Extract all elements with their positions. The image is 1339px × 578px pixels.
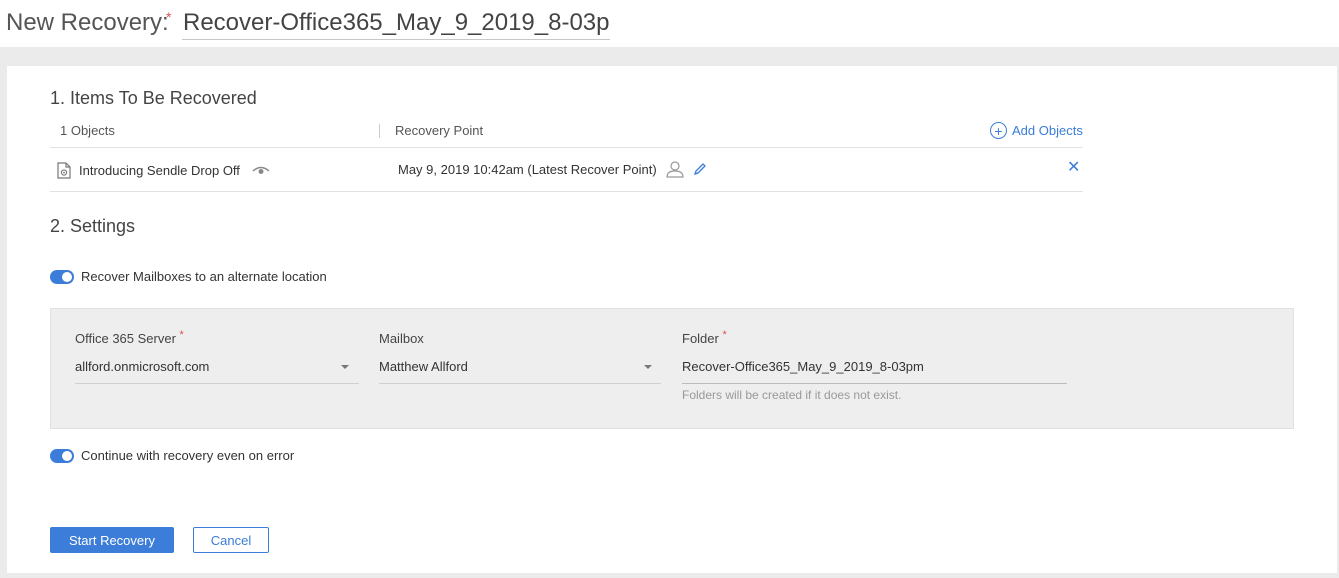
item-name: Introducing Sendle Drop Off — [79, 163, 240, 178]
page-title: New Recovery: — [6, 9, 169, 36]
required-mark: * — [166, 9, 172, 25]
server-select-value[interactable]: allford.onmicrosoft.com — [75, 359, 209, 374]
document-icon — [57, 162, 71, 179]
recovery-point-value: May 9, 2019 10:42am (Latest Recover Poin… — [398, 161, 657, 177]
add-objects-label: Add Objects — [1012, 123, 1083, 138]
table-row-divider — [50, 191, 1083, 192]
chevron-down-icon[interactable] — [644, 365, 652, 369]
eye-icon[interactable] — [252, 166, 270, 176]
alternate-location-label: Recover Mailboxes to an alternate locati… — [81, 269, 327, 284]
objects-count-header: 1 Objects — [60, 123, 115, 138]
mailbox-select-value[interactable]: Matthew Allford — [379, 359, 468, 374]
start-recovery-button[interactable]: Start Recovery — [50, 527, 174, 553]
alternate-location-toggle-row: Recover Mailboxes to an alternate locati… — [50, 269, 327, 284]
chevron-down-icon[interactable] — [341, 365, 349, 369]
user-icon[interactable] — [665, 160, 685, 178]
server-label-text: Office 365 Server — [75, 331, 176, 346]
table-row: Introducing Sendle Drop Off — [57, 162, 270, 179]
required-mark: * — [722, 329, 727, 341]
server-select-underline — [75, 383, 359, 384]
continue-on-error-toggle-row: Continue with recovery even on error — [50, 448, 294, 463]
pencil-icon[interactable] — [693, 162, 707, 176]
settings-section-title: 2. Settings — [50, 216, 136, 236]
continue-on-error-toggle[interactable] — [50, 448, 74, 463]
recovery-point-header: Recovery Point — [395, 123, 484, 138]
recovery-point-cell: May 9, 2019 10:42am (Latest Recover Poin… — [398, 160, 707, 178]
folder-hint: Folders will be created if it does not e… — [682, 388, 902, 402]
mailbox-select-underline — [379, 383, 661, 384]
recovery-card: 1. Items To Be Recovered 1 Objects Recov… — [7, 66, 1337, 573]
alternate-location-toggle[interactable] — [50, 269, 74, 284]
folder-field-label: Folder * — [682, 329, 727, 346]
continue-on-error-label: Continue with recovery even on error — [81, 448, 295, 463]
server-field-label: Office 365 Server * — [75, 329, 184, 346]
mailbox-field-label: Mailbox — [379, 331, 424, 346]
folder-input-underline — [682, 383, 1067, 384]
plus-circle-icon: + — [990, 122, 1007, 139]
close-icon[interactable]: ✕ — [1067, 157, 1080, 177]
destination-settings-panel: Office 365 Server * allford.onmicrosoft.… — [50, 308, 1294, 429]
cancel-button[interactable]: Cancel — [193, 527, 269, 553]
table-header-divider — [50, 147, 1083, 148]
folder-input[interactable]: Recover-Office365_May_9_2019_8-03pm — [682, 359, 924, 374]
add-objects-button[interactable]: + Add Objects — [990, 122, 1083, 139]
page-header: New Recovery: * — [0, 0, 1339, 47]
recovery-name-input[interactable] — [182, 6, 610, 40]
items-section-title: 1. Items To Be Recovered — [50, 88, 257, 108]
folder-label-text: Folder — [682, 331, 719, 346]
column-divider — [379, 124, 380, 138]
required-mark: * — [179, 329, 184, 341]
